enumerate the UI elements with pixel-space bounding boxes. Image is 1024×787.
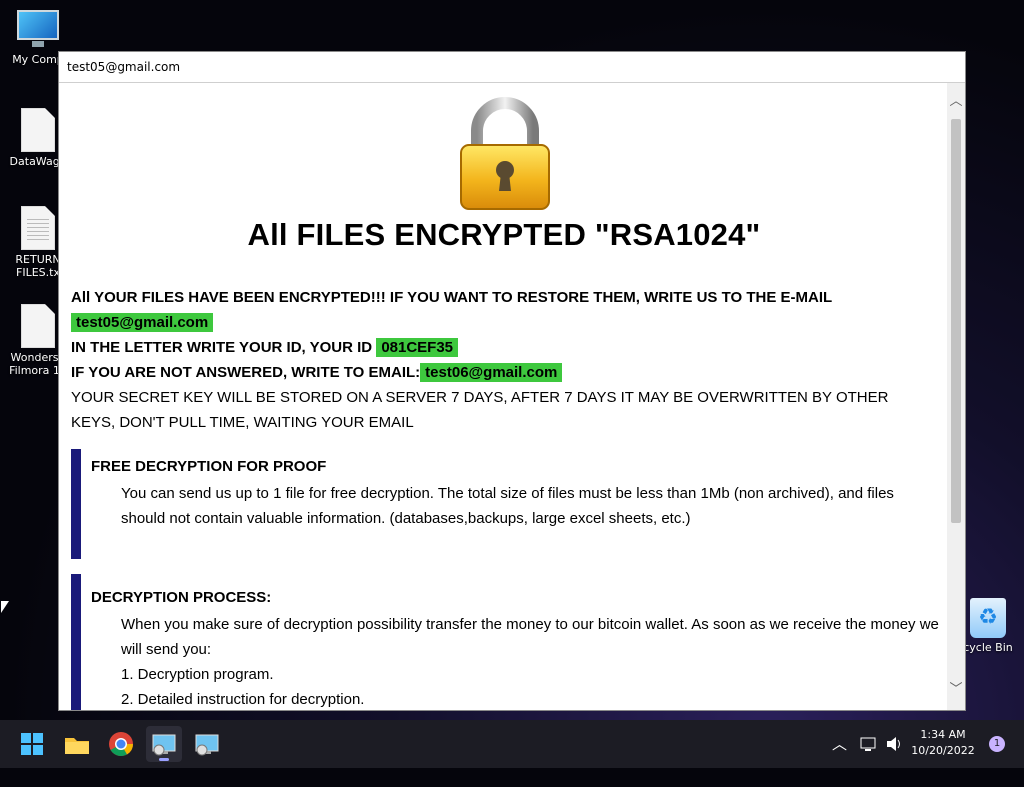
active-indicator xyxy=(159,758,169,761)
start-button[interactable] xyxy=(14,726,50,762)
vertical-scrollbar[interactable]: ︿ ﹀ xyxy=(947,83,965,710)
scroll-up-icon[interactable]: ︿ xyxy=(947,93,965,111)
section-title: FREE DECRYPTION FOR PROOF xyxy=(91,458,327,475)
section-body: You can send us up to 1 file for free de… xyxy=(121,485,894,527)
encrypted-notice: All YOUR FILES HAVE BEEN ENCRYPTED!!! IF… xyxy=(71,289,833,306)
list-item: 1. Decryption program. xyxy=(121,666,274,683)
app-window-icon xyxy=(152,734,176,756)
notification-badge[interactable]: 1 xyxy=(989,736,1005,752)
instructions-block: All YOUR FILES HAVE BEEN ENCRYPTED!!! IF… xyxy=(71,285,931,435)
text-file-icon xyxy=(21,206,55,250)
scroll-down-icon[interactable]: ﹀ xyxy=(947,681,965,699)
key-storage-notice: YOUR SECRET KEY WILL BE STORED ON A SERV… xyxy=(71,389,889,431)
ransom-note-window[interactable]: test05@gmail.com All FILES ENCRYPTED "RS… xyxy=(58,51,966,711)
free-decryption-section: FREE DECRYPTION FOR PROOF You can send u… xyxy=(71,449,941,559)
clock-time: 1:34 AM xyxy=(920,728,966,741)
contact-email-secondary: test06@gmail.com xyxy=(420,363,563,382)
file-explorer-icon xyxy=(65,738,89,754)
window-title: test05@gmail.com xyxy=(59,52,965,83)
mouse-cursor-icon xyxy=(1,601,9,613)
recycle-bin-icon: ♻ xyxy=(970,598,1006,638)
contact-email-primary: test05@gmail.com xyxy=(71,313,214,332)
file-icon xyxy=(21,304,55,348)
scrollbar-thumb[interactable] xyxy=(951,119,961,523)
volume-icon[interactable] xyxy=(884,720,904,768)
chrome-button[interactable] xyxy=(103,726,139,762)
list-item: 2. Detailed instruction for decryption. xyxy=(121,691,365,708)
page-title: All FILES ENCRYPTED "RSA1024" xyxy=(247,217,761,252)
clock-date: 10/20/2022 xyxy=(911,744,975,757)
file-explorer-button[interactable] xyxy=(59,726,95,762)
padlock-icon xyxy=(460,97,550,210)
id-instruction: IN THE LETTER WRITE YOUR ID, YOUR ID xyxy=(71,339,373,356)
fallback-instruction: IF YOU ARE NOT ANSWERED, WRITE TO EMAIL: xyxy=(71,364,421,381)
network-icon[interactable] xyxy=(859,720,879,768)
start-icon xyxy=(21,733,43,755)
decryption-process-section: DECRYPTION PROCESS: When you make sure o… xyxy=(71,574,941,710)
computer-icon xyxy=(17,10,59,50)
system-clock[interactable]: 1:34 AM 10/20/2022 xyxy=(908,727,978,759)
file-icon xyxy=(21,108,55,152)
section-title: DECRYPTION PROCESS: xyxy=(91,589,272,606)
taskbar: ︿ 1:34 AM 10/20/2022 1 xyxy=(0,720,1024,768)
section-body: When you make sure of decryption possibi… xyxy=(121,612,941,710)
victim-id: 081CEF35 xyxy=(376,338,459,357)
app-button-active[interactable] xyxy=(146,726,182,762)
chrome-icon xyxy=(109,732,133,757)
app-button[interactable] xyxy=(189,726,225,762)
chevron-up-icon[interactable]: ︿ xyxy=(832,720,847,768)
window-content: All FILES ENCRYPTED "RSA1024" All YOUR F… xyxy=(60,83,948,710)
section-text: When you make sure of decryption possibi… xyxy=(121,616,939,658)
app-window-icon xyxy=(195,734,219,756)
